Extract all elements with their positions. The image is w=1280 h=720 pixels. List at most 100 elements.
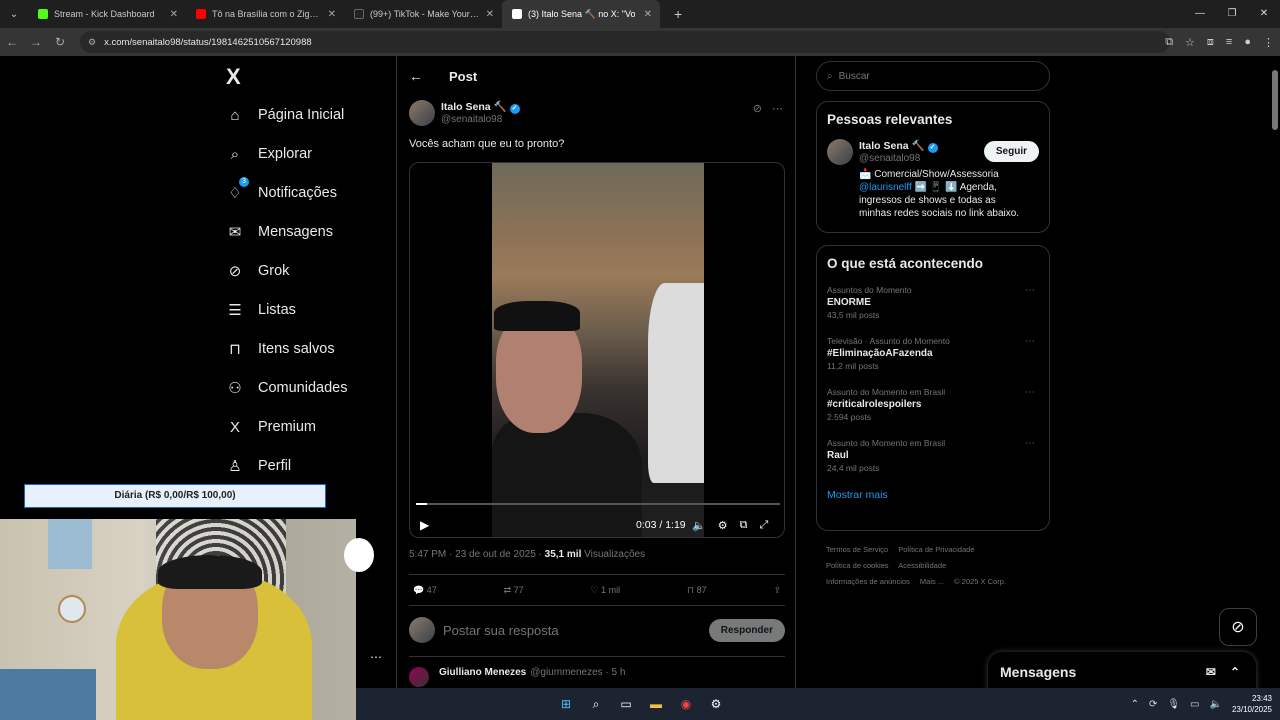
settings-gear-icon[interactable]: ⚙: [718, 519, 728, 532]
follow-button[interactable]: Seguir: [983, 141, 1039, 162]
sidebar-item-explore[interactable]: ⌕ Explorar: [226, 139, 312, 169]
close-window-icon[interactable]: ✕: [1248, 0, 1280, 28]
footer-link[interactable]: Mais ...: [920, 577, 944, 586]
new-message-icon[interactable]: ✉: [1206, 665, 1216, 679]
bookmark-star-icon[interactable]: ☆: [1185, 36, 1195, 49]
reply-action[interactable]: 💬 47: [413, 585, 437, 596]
sidebar-item-notifications[interactable]: ♢ 3 Notificações: [226, 177, 337, 208]
video-player[interactable]: ▶ 0:03 / 1:19 🔈 ⚙ ⧉ ⤢: [409, 162, 785, 538]
more-options-icon[interactable]: ⋯: [772, 102, 783, 115]
bio-mention-link[interactable]: @laurisnelff: [859, 182, 912, 193]
reload-icon[interactable]: ↻: [48, 35, 72, 49]
relevant-person[interactable]: Italo Sena 🔨 ✓ @senaitalo98 📩 Comercial/S…: [827, 139, 1039, 220]
volume-icon[interactable]: 🔈: [692, 519, 706, 532]
trend-item[interactable]: Assunto do Momento em Brasil Raul 24,4 m…: [827, 438, 1039, 473]
browser-tab-kick[interactable]: Stream - Kick Dashboard ✕: [28, 0, 186, 28]
minimize-icon[interactable]: —: [1184, 0, 1216, 28]
back-arrow-icon[interactable]: ←: [409, 68, 423, 84]
taskbar-clock[interactable]: 23:43 23/10/2025: [1232, 693, 1272, 715]
tab-search-dropdown-icon[interactable]: ⌄: [0, 9, 28, 20]
back-icon[interactable]: ←: [0, 35, 24, 49]
sidebar-item-profile[interactable]: ♙ Perfil: [226, 451, 291, 481]
author-handle[interactable]: @senaitalo98: [441, 114, 520, 125]
more-options-icon[interactable]: ⋯: [1025, 285, 1035, 296]
play-icon[interactable]: ▶: [420, 518, 429, 532]
avatar[interactable]: [409, 667, 429, 687]
grok-floating-button[interactable]: ⊘: [1219, 608, 1257, 646]
url-bar[interactable]: ⚙ x.com/senaitalo98/status/1981462510567…: [80, 31, 1170, 53]
post-timestamp[interactable]: 5:47 PM · 23 de out de 2025 ·: [409, 549, 545, 560]
windows-start-icon[interactable]: ⊞: [556, 694, 576, 714]
footer-link[interactable]: Acessibilidade: [898, 561, 946, 570]
bookmark-action[interactable]: ⊓ 87: [687, 585, 707, 596]
profile-avatar-icon[interactable]: ●: [1244, 36, 1251, 48]
trend-item[interactable]: Assunto do Momento em Brasil #criticalro…: [827, 387, 1039, 422]
more-options-icon[interactable]: ⋯: [1025, 336, 1035, 347]
new-tab-button[interactable]: +: [674, 6, 682, 22]
x-logo-icon[interactable]: X: [226, 64, 241, 90]
scrollbar-thumb[interactable]: [1272, 70, 1278, 130]
tray-chevron-icon[interactable]: ⌃: [1131, 699, 1139, 710]
trend-item[interactable]: Assuntos do Momento ENORME 43,5 mil post…: [827, 285, 1039, 320]
page-scrollbar[interactable]: [1272, 60, 1278, 680]
reply-input[interactable]: Postar sua resposta: [443, 623, 559, 638]
author-name[interactable]: Italo Sena 🔨 ✓: [441, 100, 520, 114]
expand-chevron-icon[interactable]: ⌃: [1230, 665, 1240, 679]
restore-icon[interactable]: ❐: [1216, 0, 1248, 28]
file-explorer-icon[interactable]: ▬: [646, 694, 666, 714]
footer-link[interactable]: Política de cookies: [826, 561, 889, 570]
sidebar-item-home[interactable]: ⌂ Página Inicial: [226, 100, 344, 130]
display-icon[interactable]: ▭: [1190, 699, 1199, 710]
avatar[interactable]: [409, 100, 435, 126]
more-options-icon[interactable]: ⋯: [1025, 387, 1035, 398]
menu-kebab-icon[interactable]: ⋮: [1263, 36, 1274, 49]
reply-button[interactable]: Responder: [708, 618, 785, 642]
sidebar-item-premium[interactable]: X Premium: [226, 412, 316, 442]
browser-tab-youtube[interactable]: Tô na Brasília com o Zigão - Yo ✕: [186, 0, 344, 28]
volume-icon[interactable]: 🔈: [1210, 699, 1222, 710]
share-icon[interactable]: ⇪: [773, 585, 781, 596]
sidebar-item-messages[interactable]: ✉ Mensagens: [226, 217, 333, 247]
messages-drawer[interactable]: Mensagens ✉ ⌃: [988, 652, 1256, 692]
fullscreen-icon[interactable]: ⤢: [759, 519, 768, 532]
close-icon[interactable]: ✕: [170, 9, 178, 20]
media-control-icon[interactable]: ≡: [1226, 36, 1232, 48]
reply-author-name[interactable]: Giulliano Menezes: [439, 667, 526, 688]
grok-analyze-icon[interactable]: ⊘: [753, 102, 762, 115]
sidebar-item-bookmarks[interactable]: ⊓ Itens salvos: [226, 334, 334, 364]
search-icon[interactable]: ⌕: [586, 694, 606, 714]
browser-tab-tiktok[interactable]: (99+) TikTok - Make Your Day ✕: [344, 0, 502, 28]
sidebar-item-grok[interactable]: ⊘ Grok: [226, 256, 290, 286]
video-progress-bar[interactable]: [416, 503, 780, 505]
footer-link[interactable]: Política de Privacidade: [898, 545, 974, 554]
reply-post[interactable]: Giulliano Menezes @giummenezes · 5 h: [409, 656, 785, 688]
close-icon[interactable]: ✕: [328, 9, 336, 20]
close-icon[interactable]: ✕: [486, 9, 494, 20]
repost-action[interactable]: ⇄ 77: [504, 585, 524, 596]
trend-item[interactable]: Televisão · Assunto do Momento #Eliminaç…: [827, 336, 1039, 371]
show-more-link[interactable]: Mostrar mais: [827, 489, 1039, 501]
post-author[interactable]: Italo Sena 🔨 ✓ @senaitalo98: [409, 100, 520, 126]
close-icon[interactable]: ✕: [644, 9, 652, 20]
chrome-icon[interactable]: ◉: [676, 694, 696, 714]
sidebar-item-communities[interactable]: ⚇ Comunidades: [226, 373, 347, 403]
microphone-icon[interactable]: 🎙: [1167, 699, 1180, 710]
site-info-icon[interactable]: ⚙: [88, 37, 96, 48]
search-input[interactable]: ⌕ Buscar: [816, 61, 1050, 91]
extensions-icon[interactable]: ⧈: [1207, 36, 1214, 49]
sidebar-item-lists[interactable]: ☰ Listas: [226, 295, 296, 325]
avatar[interactable]: [827, 139, 853, 165]
app-icon[interactable]: ⚙: [706, 694, 726, 714]
picture-in-picture-icon[interactable]: ⧉: [740, 519, 748, 532]
sync-icon[interactable]: ⟳: [1149, 699, 1157, 710]
account-switcher-avatar[interactable]: [344, 538, 374, 572]
task-view-icon[interactable]: ▭: [616, 694, 636, 714]
footer-link[interactable]: Termos de Serviço: [826, 545, 888, 554]
account-more-icon[interactable]: ⋯: [370, 650, 382, 664]
install-app-icon[interactable]: ⧉: [1165, 36, 1173, 49]
more-options-icon[interactable]: ⋯: [1025, 438, 1035, 449]
browser-tab-x[interactable]: (3) Italo Sena 🔨 no X: "Vo ✕: [502, 0, 660, 28]
footer-link[interactable]: Informações de anúncios: [826, 577, 910, 586]
like-action[interactable]: ♡ 1 mil: [591, 585, 621, 596]
forward-icon[interactable]: →: [24, 35, 48, 49]
